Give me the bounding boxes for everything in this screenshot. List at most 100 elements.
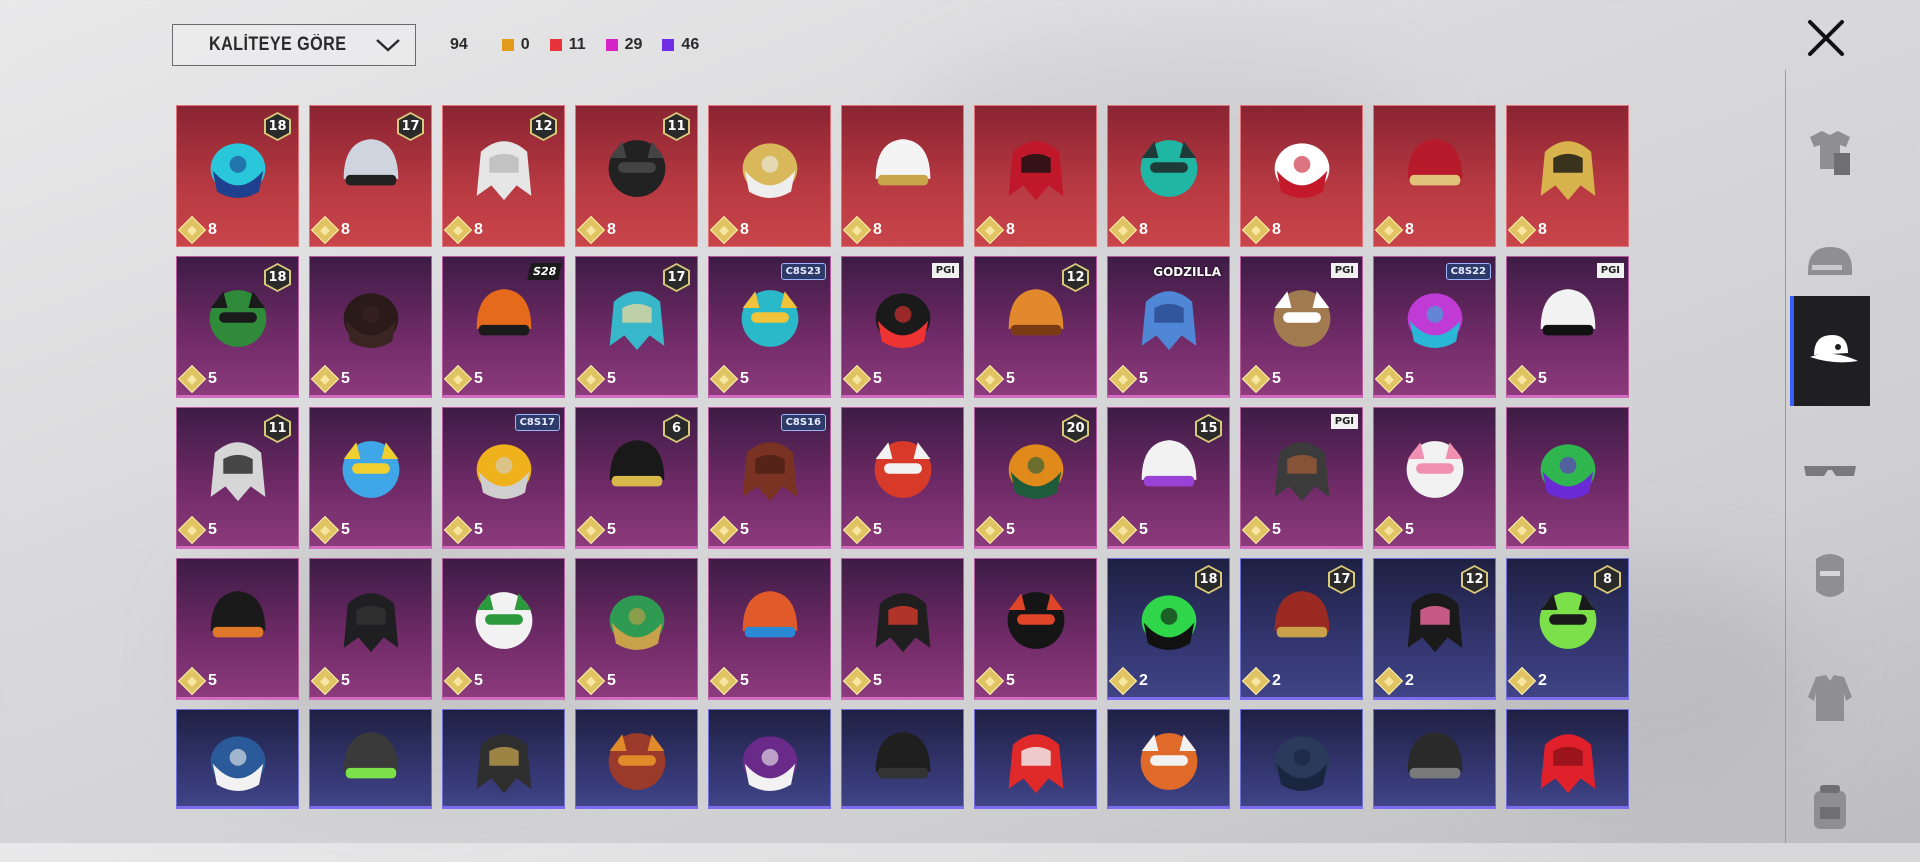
item-card[interactable]: 11 5: [176, 407, 299, 549]
coin-icon: [310, 364, 340, 394]
coin-icon: [443, 215, 473, 245]
headset-helmet-icon: [1392, 719, 1478, 806]
spike-helmet-icon: [594, 579, 680, 666]
item-card[interactable]: PGI 5: [1506, 256, 1629, 398]
item-card[interactable]: PGI 5: [841, 256, 964, 398]
blue-hair-icon: [1126, 277, 1212, 364]
item-card[interactable]: [1240, 709, 1363, 809]
item-card[interactable]: 5: [1373, 407, 1496, 549]
item-card[interactable]: 8: [1107, 105, 1230, 247]
item-card[interactable]: 12 2: [1373, 558, 1496, 700]
item-card[interactable]: [1506, 709, 1629, 809]
item-card[interactable]: [442, 709, 565, 809]
item-card[interactable]: PGI 5: [1240, 407, 1363, 549]
coin-icon: [975, 215, 1005, 245]
coin-icon: [1374, 215, 1404, 245]
item-card[interactable]: 5: [309, 558, 432, 700]
coin-icon: [1374, 666, 1404, 696]
item-card[interactable]: 5: [309, 407, 432, 549]
item-card[interactable]: 18 2: [1107, 558, 1230, 700]
coin-icon: [709, 364, 739, 394]
coin-icon: [443, 364, 473, 394]
item-card[interactable]: [841, 709, 964, 809]
item-card[interactable]: 11 8: [575, 105, 698, 247]
close-button[interactable]: [1802, 14, 1850, 62]
item-card[interactable]: 15 5: [1107, 407, 1230, 549]
item-price: 5: [177, 364, 217, 394]
item-card[interactable]: [575, 709, 698, 809]
coin-icon: [709, 666, 739, 696]
item-card[interactable]: [1107, 709, 1230, 809]
item-card[interactable]: C8S23 5: [708, 256, 831, 398]
yellow-visor-hair-icon: [461, 428, 547, 515]
coin-icon: [1108, 666, 1138, 696]
item-card[interactable]: [176, 709, 299, 809]
item-price: 2: [1507, 666, 1547, 696]
item-card[interactable]: 8: [1506, 105, 1629, 247]
item-card[interactable]: 5: [1506, 407, 1629, 549]
sort-dropdown[interactable]: KALİTEYE GÖRE: [172, 24, 416, 66]
item-card[interactable]: [974, 709, 1097, 809]
item-card[interactable]: 5: [841, 558, 964, 700]
item-card[interactable]: 18 8: [176, 105, 299, 247]
item-card[interactable]: [309, 709, 432, 809]
item-card[interactable]: 17 2: [1240, 558, 1363, 700]
item-card[interactable]: S28 5: [442, 256, 565, 398]
item-card[interactable]: C8S16 5: [708, 407, 831, 549]
cat-ear-headphones-icon: [727, 277, 813, 364]
coin-icon: [1507, 666, 1537, 696]
category-backpack[interactable]: [1790, 752, 1870, 862]
item-card[interactable]: 17 5: [575, 256, 698, 398]
category-cap[interactable]: [1790, 296, 1870, 406]
item-price: 5: [975, 515, 1015, 545]
item-card[interactable]: 18 5: [176, 256, 299, 398]
item-card[interactable]: 20 5: [974, 407, 1097, 549]
item-card[interactable]: 8: [708, 105, 831, 247]
item-price: 8: [1374, 215, 1414, 245]
long-dark-hair-icon: [328, 277, 414, 364]
item-card[interactable]: PGI 5: [1240, 256, 1363, 398]
item-card[interactable]: 5: [442, 558, 565, 700]
item-card[interactable]: 12 8: [442, 105, 565, 247]
item-card[interactable]: 5: [708, 558, 831, 700]
item-price: 5: [310, 666, 350, 696]
coin-icon: [1108, 364, 1138, 394]
item-card[interactable]: 8: [1240, 105, 1363, 247]
orange-cat-ears-icon: [1126, 719, 1212, 806]
category-outfit[interactable]: [1790, 98, 1870, 208]
item-price: 5: [310, 364, 350, 394]
item-card[interactable]: 65: [575, 407, 698, 549]
item-card[interactable]: 8: [974, 105, 1097, 247]
coin-icon: [709, 515, 739, 545]
item-card[interactable]: 5: [575, 558, 698, 700]
helmet-icon: [1808, 247, 1852, 275]
category-jacket[interactable]: [1790, 642, 1870, 752]
red-hair-goggles-icon: [594, 719, 680, 806]
collection-tag: PGI: [1330, 263, 1358, 278]
item-card[interactable]: 8: [1373, 105, 1496, 247]
purple-bird-mask-icon: [1126, 428, 1212, 515]
coin-icon: [310, 215, 340, 245]
tribal-mask-icon: [993, 428, 1079, 515]
coin-icon: [975, 666, 1005, 696]
item-price: 5: [975, 666, 1015, 696]
item-card[interactable]: [708, 709, 831, 809]
category-mask[interactable]: [1790, 522, 1870, 632]
item-card[interactable]: 82: [1506, 558, 1629, 700]
item-card[interactable]: C8S22 5: [1373, 256, 1496, 398]
item-card[interactable]: [1373, 709, 1496, 809]
green-purple-helmet-icon: [1525, 428, 1611, 515]
blonde-hair-mask-icon: [727, 127, 813, 214]
item-card[interactable]: 5: [309, 256, 432, 398]
item-card[interactable]: 5: [176, 558, 299, 700]
item-card[interactable]: 12 5: [974, 256, 1097, 398]
item-card[interactable]: GODZILLA 5: [1107, 256, 1230, 398]
category-glasses[interactable]: [1790, 415, 1870, 525]
item-card[interactable]: 17 8: [309, 105, 432, 247]
item-card[interactable]: 5: [841, 407, 964, 549]
item-price: 5: [1507, 515, 1547, 545]
item-card[interactable]: C8S17 5: [442, 407, 565, 549]
item-card[interactable]: 5: [974, 558, 1097, 700]
item-price: 5: [177, 515, 217, 545]
item-card[interactable]: 8: [841, 105, 964, 247]
